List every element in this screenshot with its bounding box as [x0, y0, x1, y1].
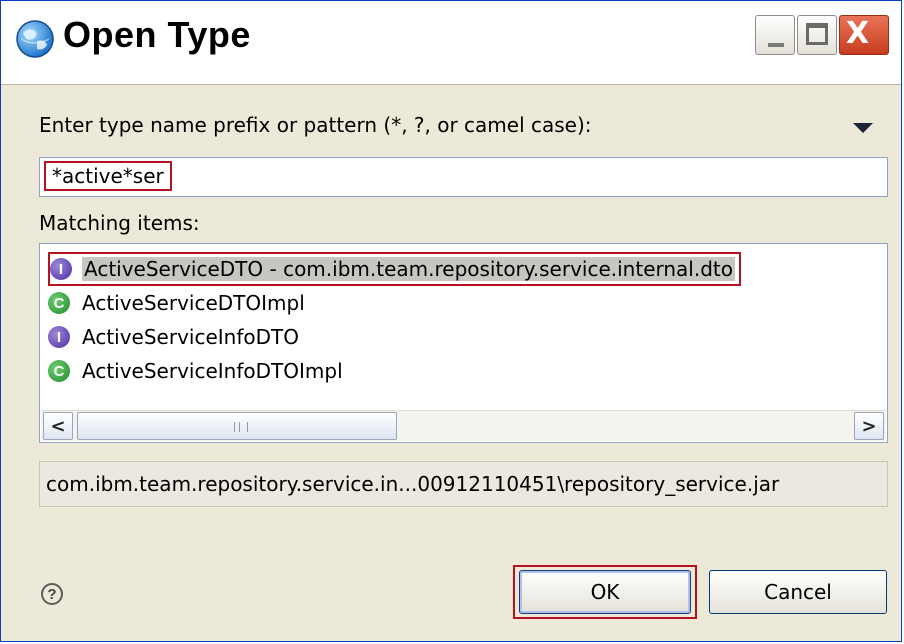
view-menu-dropdown-icon[interactable]	[853, 123, 873, 133]
cancel-button[interactable]: Cancel	[709, 570, 887, 614]
maximize-button[interactable]	[797, 15, 837, 55]
chevron-right-icon: >	[861, 415, 877, 437]
list-item[interactable]: C ActiveServiceDTOImpl	[48, 286, 305, 320]
dialog-title: Open Type	[63, 14, 251, 55]
list-item-label: ActiveServiceDTO - com.ibm.team.reposito…	[82, 257, 735, 281]
help-icon[interactable]: ?	[41, 583, 63, 605]
open-type-dialog: Open Type X Enter type name prefix or pa…	[0, 0, 902, 642]
minimize-button[interactable]	[755, 15, 795, 55]
type-pattern-input[interactable]: *active*ser	[39, 157, 888, 197]
scrollbar-thumb[interactable]	[77, 412, 397, 440]
location-path-text: com.ibm.team.repository.service.in...009…	[46, 472, 780, 496]
type-pattern-value: *active*ser	[44, 161, 172, 191]
class-icon: C	[48, 360, 70, 382]
matching-items-list[interactable]: I ActiveServiceDTO - com.ibm.team.reposi…	[39, 243, 888, 443]
list-item[interactable]: C ActiveServiceInfoDTOImpl	[48, 354, 343, 388]
list-item[interactable]: I ActiveServiceInfoDTO	[48, 320, 299, 354]
close-icon: X	[846, 16, 870, 51]
ok-button[interactable]: OK	[519, 570, 691, 614]
horizontal-scrollbar[interactable]: < >	[41, 410, 886, 441]
maximize-icon	[806, 23, 828, 45]
interface-icon: I	[48, 326, 70, 348]
list-item-label: ActiveServiceDTOImpl	[82, 291, 305, 315]
grip-icon	[234, 422, 248, 432]
matching-items-label: Matching items:	[39, 211, 200, 235]
scroll-left-button[interactable]: <	[43, 412, 73, 440]
interface-icon: I	[50, 258, 72, 280]
minimize-icon	[768, 43, 784, 47]
list-item[interactable]: I ActiveServiceDTO - com.ibm.team.reposi…	[48, 252, 741, 286]
class-icon: C	[48, 292, 70, 314]
title-bar[interactable]: Open Type X	[1, 1, 901, 85]
eclipse-globe-icon	[16, 20, 54, 58]
chevron-left-icon: <	[50, 415, 66, 437]
close-button[interactable]: X	[839, 15, 889, 55]
scroll-right-button[interactable]: >	[854, 412, 884, 440]
list-item-label: ActiveServiceInfoDTO	[82, 325, 299, 349]
pattern-prompt-label: Enter type name prefix or pattern (*, ?,…	[39, 113, 592, 137]
list-item-label: ActiveServiceInfoDTOImpl	[82, 359, 343, 383]
selected-type-location: com.ibm.team.repository.service.in...009…	[39, 461, 888, 507]
